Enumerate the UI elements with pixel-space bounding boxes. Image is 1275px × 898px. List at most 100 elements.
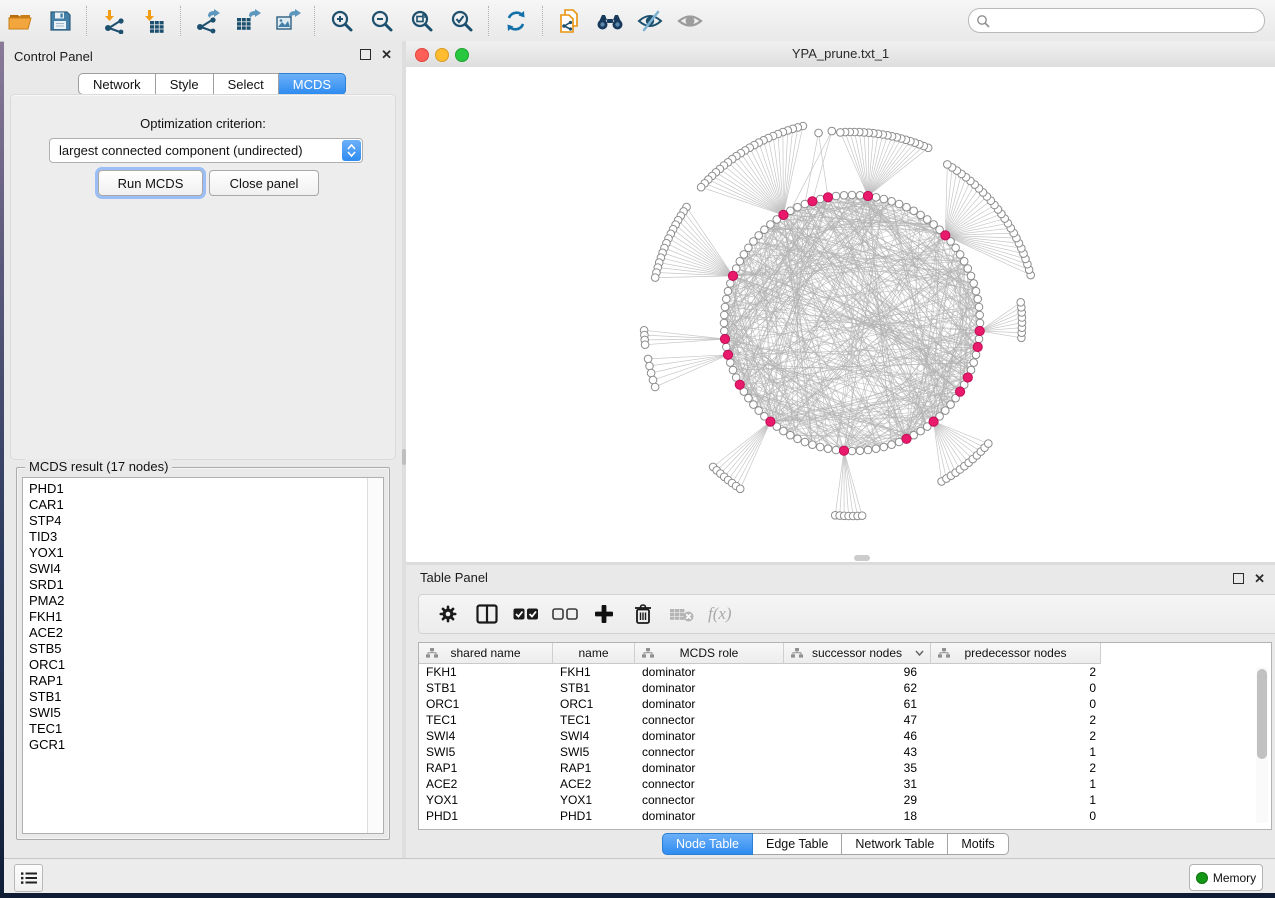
- cell-name[interactable]: STB1: [553, 681, 635, 695]
- mcds-result-list[interactable]: PHD1CAR1STP4TID3YOX1SWI4SRD1PMA2FKH1ACE2…: [22, 477, 384, 834]
- tab-motifs[interactable]: Motifs: [948, 833, 1008, 855]
- cell-successor_nodes[interactable]: 43: [784, 745, 931, 759]
- search-input[interactable]: [995, 13, 1264, 29]
- select-all-icon[interactable]: [513, 601, 539, 627]
- split-view-icon[interactable]: [474, 601, 500, 627]
- tab-network-table[interactable]: Network Table: [842, 833, 948, 855]
- mcds-result-item[interactable]: GCR1: [29, 737, 383, 753]
- mcds-result-item[interactable]: STP4: [29, 513, 383, 529]
- cell-shared_name[interactable]: STB1: [419, 681, 553, 695]
- cell-mcds_role[interactable]: dominator: [635, 729, 784, 743]
- mcds-result-item[interactable]: TEC1: [29, 721, 383, 737]
- cell-mcds_role[interactable]: connector: [635, 745, 784, 759]
- optimization-criterion-select[interactable]: largest connected component (undirected): [49, 138, 363, 163]
- column-header-successor-nodes[interactable]: successor nodes: [784, 643, 931, 663]
- cell-successor_nodes[interactable]: 46: [784, 729, 931, 743]
- table-row[interactable]: ORC1ORC1dominator610: [419, 696, 1271, 712]
- export-network-icon[interactable]: [193, 6, 223, 36]
- cell-name[interactable]: FKH1: [553, 665, 635, 679]
- search-neighbors-icon[interactable]: [595, 6, 625, 36]
- cell-successor_nodes[interactable]: 61: [784, 697, 931, 711]
- cell-name[interactable]: PHD1: [553, 809, 635, 823]
- table-row[interactable]: STB1STB1dominator620: [419, 680, 1271, 696]
- zoom-selected-icon[interactable]: [447, 6, 477, 36]
- table-scrollbar-thumb[interactable]: [1257, 669, 1267, 759]
- cell-mcds_role[interactable]: connector: [635, 777, 784, 791]
- zoom-in-icon[interactable]: [327, 6, 357, 36]
- mcds-result-item[interactable]: CAR1: [29, 497, 383, 513]
- cell-shared_name[interactable]: ORC1: [419, 697, 553, 711]
- close-panel-icon[interactable]: ✕: [1254, 573, 1265, 584]
- table-scrollbar[interactable]: [1256, 667, 1268, 823]
- network-hscroll-thumb[interactable]: [854, 555, 870, 561]
- mcds-list-scrollbar[interactable]: [367, 478, 383, 833]
- mcds-result-item[interactable]: FKH1: [29, 609, 383, 625]
- tab-edge-table[interactable]: Edge Table: [753, 833, 842, 855]
- mcds-result-item[interactable]: ACE2: [29, 625, 383, 641]
- network-window-titlebar[interactable]: YPA_prune.txt_1: [406, 41, 1275, 68]
- table-row[interactable]: PHD1PHD1dominator180: [419, 808, 1271, 824]
- cell-predecessor_nodes[interactable]: 0: [931, 681, 1101, 695]
- close-panel-icon[interactable]: ✕: [381, 49, 392, 60]
- cell-shared_name[interactable]: PHD1: [419, 809, 553, 823]
- mcds-result-item[interactable]: STB1: [29, 689, 383, 705]
- column-header-predecessor-nodes[interactable]: predecessor nodes: [931, 643, 1101, 663]
- float-panel-icon[interactable]: [1233, 573, 1244, 584]
- table-row[interactable]: SWI5SWI5connector431: [419, 744, 1271, 760]
- cell-mcds_role[interactable]: dominator: [635, 809, 784, 823]
- cell-successor_nodes[interactable]: 29: [784, 793, 931, 807]
- cell-predecessor_nodes[interactable]: 1: [931, 793, 1101, 807]
- mcds-result-item[interactable]: SWI5: [29, 705, 383, 721]
- table-row[interactable]: ACE2ACE2connector311: [419, 776, 1271, 792]
- table-row[interactable]: TEC1TEC1connector472: [419, 712, 1271, 728]
- column-header-shared-name[interactable]: shared name: [419, 643, 553, 663]
- column-header-MCDS-role[interactable]: MCDS role: [635, 643, 784, 663]
- cell-successor_nodes[interactable]: 35: [784, 761, 931, 775]
- mcds-result-item[interactable]: YOX1: [29, 545, 383, 561]
- mcds-result-item[interactable]: PHD1: [29, 481, 383, 497]
- add-row-icon[interactable]: [591, 601, 617, 627]
- table-row[interactable]: YOX1YOX1connector291: [419, 792, 1271, 808]
- cell-predecessor_nodes[interactable]: 2: [931, 665, 1101, 679]
- mcds-result-item[interactable]: TID3: [29, 529, 383, 545]
- cell-shared_name[interactable]: FKH1: [419, 665, 553, 679]
- column-header-name[interactable]: name: [553, 643, 635, 663]
- table-row[interactable]: RAP1RAP1dominator352: [419, 760, 1271, 776]
- mcds-result-item[interactable]: SWI4: [29, 561, 383, 577]
- cell-successor_nodes[interactable]: 18: [784, 809, 931, 823]
- cell-predecessor_nodes[interactable]: 2: [931, 761, 1101, 775]
- mcds-result-item[interactable]: SRD1: [29, 577, 383, 593]
- node-table[interactable]: shared namenameMCDS rolesuccessor nodesp…: [418, 642, 1272, 830]
- mcds-result-item[interactable]: STB5: [29, 641, 383, 657]
- mcds-result-item[interactable]: RAP1: [29, 673, 383, 689]
- cell-shared_name[interactable]: ACE2: [419, 777, 553, 791]
- open-icon[interactable]: [5, 6, 35, 36]
- mcds-result-item[interactable]: PMA2: [29, 593, 383, 609]
- search-box[interactable]: [968, 8, 1265, 33]
- export-table-icon[interactable]: [233, 6, 263, 36]
- zoom-out-icon[interactable]: [367, 6, 397, 36]
- task-history-button[interactable]: [14, 864, 43, 892]
- tab-network[interactable]: Network: [78, 73, 156, 95]
- float-panel-icon[interactable]: [360, 49, 371, 60]
- cell-shared_name[interactable]: SWI4: [419, 729, 553, 743]
- show-all-icon[interactable]: [675, 6, 705, 36]
- cell-shared_name[interactable]: SWI5: [419, 745, 553, 759]
- cell-mcds_role[interactable]: dominator: [635, 761, 784, 775]
- cell-predecessor_nodes[interactable]: 0: [931, 809, 1101, 823]
- cell-successor_nodes[interactable]: 47: [784, 713, 931, 727]
- cell-mcds_role[interactable]: dominator: [635, 697, 784, 711]
- save-icon[interactable]: [45, 6, 75, 36]
- refresh-icon[interactable]: [501, 6, 531, 36]
- cell-name[interactable]: ACE2: [553, 777, 635, 791]
- deselect-all-icon[interactable]: [552, 601, 578, 627]
- cell-successor_nodes[interactable]: 62: [784, 681, 931, 695]
- cell-name[interactable]: SWI4: [553, 729, 635, 743]
- clone-network-icon[interactable]: [555, 6, 585, 36]
- cell-shared_name[interactable]: YOX1: [419, 793, 553, 807]
- tab-mcds[interactable]: MCDS: [279, 73, 346, 95]
- cell-name[interactable]: ORC1: [553, 697, 635, 711]
- import-table-icon[interactable]: [139, 6, 169, 36]
- cell-predecessor_nodes[interactable]: 2: [931, 729, 1101, 743]
- cell-successor_nodes[interactable]: 31: [784, 777, 931, 791]
